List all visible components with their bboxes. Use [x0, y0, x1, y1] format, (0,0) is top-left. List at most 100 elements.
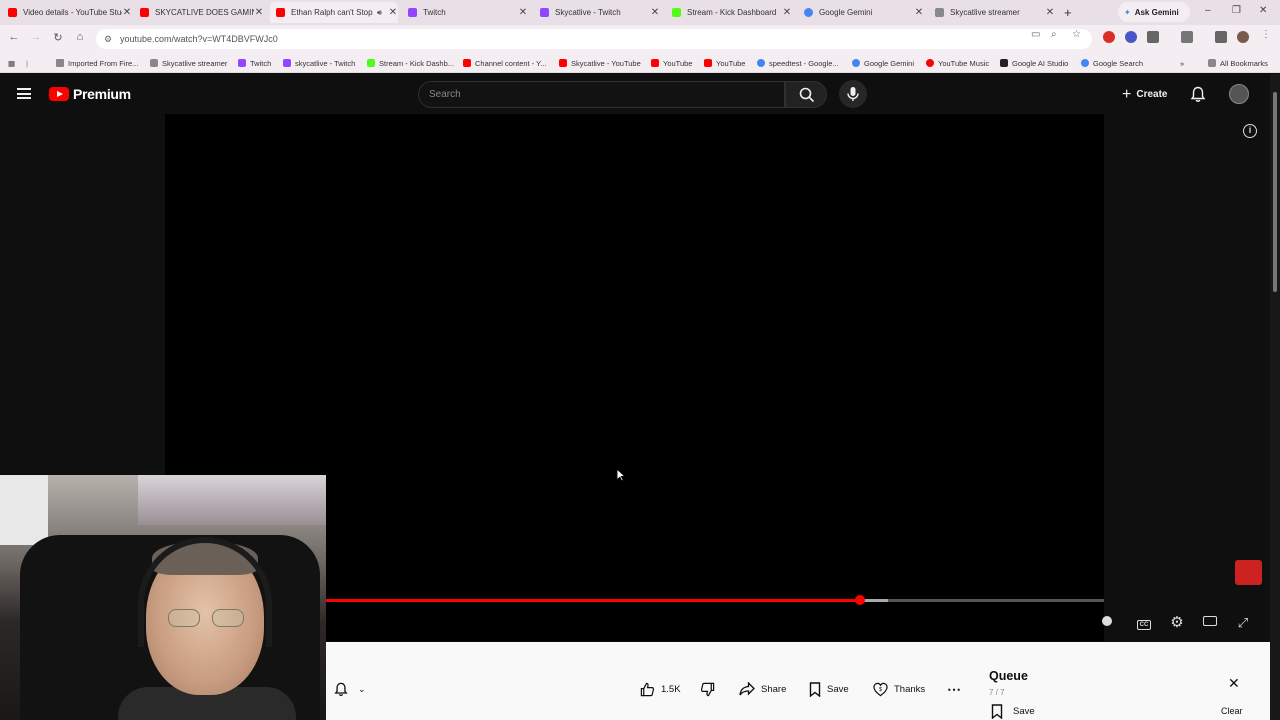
bookmark-item[interactable]: Skycatlive streamer: [150, 56, 227, 70]
dislike-button[interactable]: [700, 679, 721, 699]
bookmark-item[interactable]: Google Gemini: [852, 56, 914, 70]
queue-save-label: Save: [1013, 706, 1035, 717]
like-button[interactable]: 1.5K: [640, 679, 681, 699]
close-icon[interactable]: ✕: [254, 7, 264, 18]
extension-icon[interactable]: [1103, 31, 1115, 43]
tab-google-gemini[interactable]: Google Gemini ✕: [804, 2, 924, 23]
bookmark-item[interactable]: Google AI Studio: [1000, 56, 1068, 70]
new-tab-button[interactable]: +: [1064, 5, 1072, 20]
bookmark-item[interactable]: Twitch: [238, 56, 271, 70]
tab-title: Twitch: [423, 8, 446, 17]
notifications-bell-icon[interactable]: [1190, 86, 1206, 103]
tab-twitch[interactable]: Twitch ✕: [408, 2, 528, 23]
bookmark-item[interactable]: Stream - Kick Dashb...: [367, 56, 454, 70]
plus-icon: +: [1122, 85, 1132, 103]
bookmark-item[interactable]: speedtest - Google...: [757, 56, 839, 70]
save-button[interactable]: Save: [809, 679, 849, 699]
progress-bar[interactable]: [326, 595, 1104, 605]
bookmark-item[interactable]: Imported From Fire...: [56, 56, 138, 70]
profile-avatar[interactable]: [1237, 31, 1249, 43]
close-icon[interactable]: ✕: [388, 7, 398, 18]
scrubber-handle[interactable]: [854, 595, 865, 605]
home-icon[interactable]: ⌂: [73, 31, 87, 43]
screen: Video details - YouTube Studio ✕ SKYCATL…: [0, 0, 1280, 720]
queue-clear-button[interactable]: Clear: [1221, 706, 1243, 716]
below-player-panel: ⌄ 1.5K Share Save $ Thanks ⋯: [326, 642, 1270, 720]
create-button[interactable]: + Create: [1118, 81, 1178, 108]
extensions-puzzle-icon[interactable]: [1147, 31, 1159, 43]
close-queue-icon[interactable]: ✕: [1228, 675, 1240, 692]
sidebar-icon[interactable]: [1181, 31, 1193, 43]
page-scrollbar[interactable]: [1270, 74, 1280, 720]
back-icon[interactable]: ←: [7, 31, 21, 43]
tab-skycatlive-gaming[interactable]: SKYCATLIVE DOES GAMING ✕: [140, 2, 264, 23]
miniplayer-icon[interactable]: [1201, 614, 1219, 632]
webcam-overlay-image: [0, 475, 326, 720]
ask-gemini-button[interactable]: ✦ Ask Gemini: [1118, 2, 1190, 22]
bookmark-item[interactable]: Channel content - Y...: [463, 56, 546, 70]
bookmark-item[interactable]: Google Search: [1081, 56, 1143, 70]
autoplay-toggle-icon[interactable]: [1098, 614, 1116, 632]
captions-icon[interactable]: CC: [1135, 614, 1153, 632]
media-control-icon[interactable]: [1215, 31, 1227, 43]
restore-icon[interactable]: ❐: [1232, 5, 1241, 16]
svg-text:$: $: [879, 686, 883, 692]
subscribe-bell-button[interactable]: ⌄: [334, 679, 366, 699]
progress-played: [326, 599, 860, 602]
extension-icon[interactable]: [1125, 31, 1137, 43]
bookmark-item[interactable]: Skycatlive - YouTube: [559, 56, 641, 70]
tab-title: Skycatlive - Twitch: [555, 8, 621, 17]
bookmark-item[interactable]: YouTube Music: [926, 56, 989, 70]
speaker-icon[interactable]: 🔊︎: [377, 8, 382, 18]
info-icon[interactable]: i: [1243, 124, 1257, 138]
bookmark-label: Stream - Kick Dashb...: [379, 58, 455, 68]
youtube-logo-icon[interactable]: [49, 87, 69, 101]
voice-search-button[interactable]: [839, 80, 867, 108]
close-icon[interactable]: ✕: [650, 7, 660, 18]
queue-save-button[interactable]: Save: [991, 704, 1035, 719]
tab-skycatlive-twitch[interactable]: Skycatlive - Twitch ✕: [540, 2, 660, 23]
tab-video-details[interactable]: Video details - YouTube Studio ✕: [8, 2, 132, 23]
bookmark-item[interactable]: YouTube: [704, 56, 745, 70]
menu-kebab-icon[interactable]: ⋮: [1261, 29, 1271, 40]
youtube-favicon-icon: [8, 8, 17, 17]
site-info-icon[interactable]: ⚙: [104, 29, 112, 49]
reload-icon[interactable]: ↻: [51, 31, 65, 44]
close-icon[interactable]: ✕: [1045, 7, 1055, 18]
share-button[interactable]: Share: [739, 679, 786, 699]
tab-skycatlive-streamer[interactable]: Skycatlive streamer ✕: [935, 2, 1055, 23]
bookmark-item[interactable]: YouTube: [651, 56, 692, 70]
account-avatar[interactable]: [1229, 84, 1249, 104]
menu-hamburger-icon[interactable]: [17, 88, 31, 99]
bookmark-save-icon: [809, 681, 821, 697]
tab-ethan-ralph[interactable]: Ethan Ralph can't Stop 🔊︎ ✕: [270, 2, 398, 23]
zoom-icon[interactable]: ⌕: [1051, 29, 1057, 40]
cast-icon[interactable]: ▭: [1031, 29, 1040, 40]
thanks-button[interactable]: $ Thanks: [873, 679, 925, 699]
more-bookmarks-icon[interactable]: »: [1180, 56, 1184, 70]
bookmark-item[interactable]: skycatlive - Twitch: [283, 56, 355, 70]
close-icon[interactable]: ✕: [782, 7, 792, 18]
channel-watermark-icon[interactable]: [1235, 560, 1262, 585]
search-input[interactable]: Search: [418, 81, 785, 108]
more-actions-icon[interactable]: ⋯: [947, 679, 961, 699]
minimize-icon[interactable]: –: [1205, 5, 1211, 16]
close-icon[interactable]: ✕: [914, 7, 924, 18]
fullscreen-icon[interactable]: ⤢: [1234, 614, 1252, 632]
close-icon[interactable]: ✕: [122, 7, 132, 18]
scrollbar-thumb[interactable]: [1273, 92, 1277, 292]
bookmark-label: Channel content - Y...: [475, 58, 547, 68]
forward-icon[interactable]: →: [29, 31, 43, 43]
tab-kick-dashboard[interactable]: Stream - Kick Dashboard ✕: [672, 2, 792, 23]
background-door: [0, 475, 48, 545]
close-icon[interactable]: ✕: [518, 7, 528, 18]
all-bookmarks-button[interactable]: All Bookmarks: [1208, 56, 1268, 70]
premium-logo-text[interactable]: Premium: [73, 86, 131, 102]
url-field[interactable]: ⚙ youtube.com/watch?v=WT4DBVFWJc0: [96, 29, 1092, 49]
window-close-icon[interactable]: ✕: [1259, 5, 1267, 16]
bookmark-star-icon[interactable]: ☆: [1072, 29, 1081, 40]
apps-grid-icon[interactable]: ▦: [8, 56, 15, 70]
settings-gear-icon[interactable]: ⚙: [1168, 614, 1186, 632]
bookmarks-bar: ▦ | Imported From Fire... Skycatlive str…: [0, 53, 1280, 73]
search-button[interactable]: [785, 81, 827, 108]
